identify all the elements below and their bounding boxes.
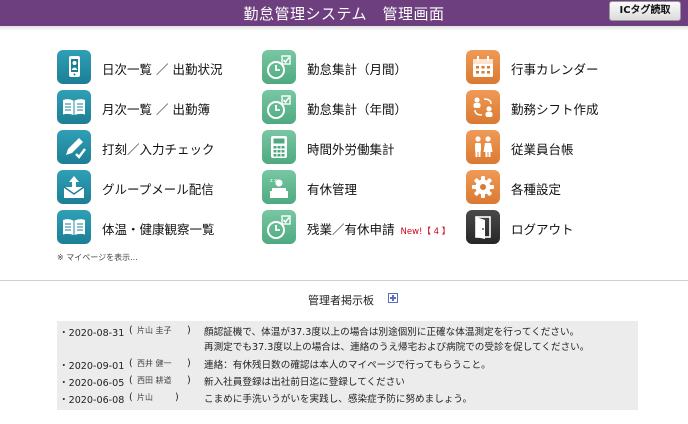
- header-bar: 勤怠管理システム 管理画面 ICタグ読取: [0, 0, 688, 26]
- post-author: 西田 耕道: [137, 376, 172, 385]
- menu-monthly-summary-label: 勤怠集計（月間）: [307, 62, 408, 77]
- menu-group-mail[interactable]: グループメール配信: [57, 170, 257, 206]
- post-paren-close: ): [187, 325, 191, 336]
- menu-daily-list-label: 日次一覧 ／ 出勤状況: [102, 62, 223, 77]
- menu-group-mail-label: グループメール配信: [102, 182, 214, 197]
- post-author: 片山: [137, 393, 153, 402]
- post-date: ・2020-09-01: [59, 361, 125, 372]
- menu-paid-leave[interactable]: z z 有休管理: [262, 170, 462, 206]
- post-paren-open: (: [129, 325, 133, 336]
- menu-employee-register[interactable]: 従業員台帳: [466, 130, 666, 166]
- menu-logout[interactable]: ログアウト: [466, 210, 666, 246]
- post-message-line: こまめに手洗いうがいを実践し、感染症予防に努めましょう。: [204, 394, 473, 405]
- post-paren-open: (: [129, 358, 133, 369]
- ic-tag-read-button[interactable]: ICタグ読取: [609, 1, 681, 21]
- svg-text:z z: z z: [270, 178, 277, 184]
- post-date: ・2020-08-31: [59, 328, 125, 339]
- post-paren-close: ): [187, 375, 191, 386]
- gear-icon: [466, 170, 500, 204]
- new-request-badge: New!【 4 】: [400, 227, 451, 237]
- calculator-icon: [262, 130, 296, 164]
- menu-overtime-request[interactable]: 残業／有休申請 New!【 4 】: [262, 210, 492, 246]
- menu-event-calendar-label: 行事カレンダー: [511, 62, 599, 77]
- menu-overtime-summary-label: 時間外労働集計: [307, 142, 395, 157]
- post-paren-close: ): [175, 392, 179, 403]
- post-message-line: 新入社員登録は出社前日迄に登録してください: [204, 377, 405, 388]
- post-date: ・2020-06-05: [59, 378, 125, 389]
- post-paren-open: (: [129, 375, 133, 386]
- menu-overtime-request-text: 残業／有休申請: [307, 222, 395, 237]
- menu-health-list-label: 体温・健康観察一覧: [102, 222, 215, 237]
- post-date: ・2020-06-08: [59, 395, 125, 406]
- clock-check-icon: [262, 50, 296, 84]
- board-post: ・2020-06-05 ( 西田 耕道 ) 新入社員登録は出社前日迄に登録してく…: [57, 375, 638, 391]
- open-book-icon: [57, 90, 91, 124]
- board-post: ・2020-09-01 ( 西井 健一 ) 連絡：有休残日数の確認は本人のマイペ…: [57, 358, 638, 374]
- board-expand-icon[interactable]: [388, 293, 398, 303]
- menu-yearly-summary[interactable]: 勤怠集計（年間）: [262, 90, 462, 126]
- bulletin-board: ・2020-08-31 ( 片山 圭子 ) 顔認証機で、体温が37.3度以上の場…: [57, 321, 638, 410]
- menu-punch-check-label: 打刻／入力チェック: [102, 142, 215, 157]
- post-author: 片山 圭子: [137, 326, 172, 335]
- menu-employee-register-label: 従業員台帳: [511, 142, 574, 157]
- menu-shift-create[interactable]: 勤務シフト作成: [466, 90, 666, 126]
- staff-people-icon: [466, 130, 500, 164]
- menu-monthly-list[interactable]: 月次一覧 ／ 出勤簿: [57, 90, 257, 126]
- menu-monthly-summary[interactable]: 勤怠集計（月間）: [262, 50, 462, 86]
- post-paren-close: ): [187, 358, 191, 369]
- post-message-line: 顔認証機で、体温が37.3度以上の場合は別途個別に正確な体温測定を行ってください…: [204, 327, 580, 338]
- menu-overtime-summary[interactable]: 時間外労働集計: [262, 130, 462, 166]
- post-message-line: 再測定でも37.3度以上の場合は、連絡のうえ帰宅および病院での受診を促してくださ…: [204, 342, 590, 353]
- mypage-note[interactable]: ※ マイページを表示...: [57, 252, 138, 262]
- post-message-line: 連絡：有休残日数の確認は本人のマイページで行ってもらうこと。: [204, 360, 491, 371]
- post-author: 西井 健一: [137, 359, 172, 368]
- menu-daily-list[interactable]: 日次一覧 ／ 出勤状況: [57, 50, 257, 86]
- clock-check-icon: [262, 90, 296, 124]
- pencil-check-icon: [57, 130, 91, 164]
- menu-paid-leave-label: 有休管理: [307, 182, 358, 197]
- section-divider: [0, 280, 688, 281]
- mail-upload-icon: [57, 170, 91, 204]
- menu-health-list[interactable]: 体温・健康観察一覧: [57, 210, 257, 246]
- menu-punch-check[interactable]: 打刻／入力チェック: [57, 130, 257, 166]
- logout-door-icon: [466, 210, 500, 244]
- page-title: 勤怠管理システム 管理画面: [243, 5, 445, 23]
- open-book-icon: [57, 210, 91, 244]
- shift-swap-icon: [466, 90, 500, 124]
- board-post: ・2020-06-08 ( 片山 ) こまめに手洗いうがいを実践し、感染症予防に…: [57, 392, 638, 408]
- menu-settings-label: 各種設定: [511, 182, 562, 197]
- smartphone-user-icon: [57, 50, 91, 84]
- menu-logout-label: ログアウト: [511, 222, 574, 237]
- menu-event-calendar[interactable]: 行事カレンダー: [466, 50, 666, 86]
- menu-settings[interactable]: 各種設定: [466, 170, 666, 206]
- header-shadow: [0, 26, 688, 31]
- resting-person-icon: z z: [262, 170, 296, 204]
- board-post: ・2020-08-31 ( 片山 圭子 ) 顔認証機で、体温が37.3度以上の場…: [57, 325, 638, 355]
- menu-shift-create-label: 勤務シフト作成: [511, 102, 599, 117]
- clock-check-icon: [262, 210, 296, 244]
- menu-monthly-list-label: 月次一覧 ／ 出勤簿: [102, 102, 210, 117]
- calendar-icon: [466, 50, 500, 84]
- menu-overtime-request-label: 残業／有休申請 New!【 4 】: [307, 219, 450, 238]
- menu-yearly-summary-label: 勤怠集計（年間）: [307, 102, 408, 117]
- board-title: 管理者掲示板: [308, 294, 374, 307]
- post-paren-open: (: [129, 392, 133, 403]
